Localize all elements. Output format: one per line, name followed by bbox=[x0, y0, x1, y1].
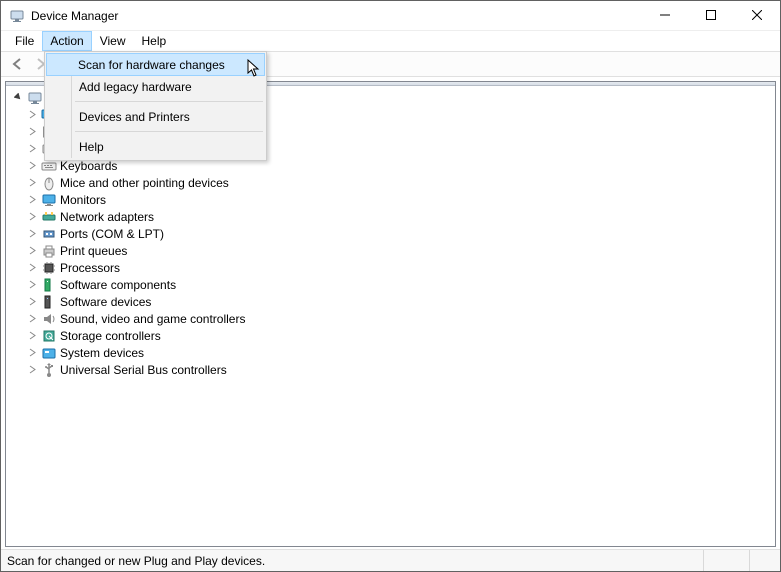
title-bar: Device Manager bbox=[1, 1, 780, 31]
printqueue-icon bbox=[41, 243, 57, 259]
tree-node[interactable]: Ports (COM & LPT) bbox=[26, 225, 775, 242]
menu-item-devices-printers[interactable]: Devices and Printers bbox=[47, 105, 264, 128]
ports-icon bbox=[41, 226, 57, 242]
status-segment bbox=[704, 550, 750, 571]
menu-view[interactable]: View bbox=[92, 31, 134, 51]
expand-icon[interactable] bbox=[26, 347, 38, 359]
menu-item-scan-hardware[interactable]: Scan for hardware changes bbox=[46, 53, 265, 76]
network-icon bbox=[41, 209, 57, 225]
status-text: Scan for changed or new Plug and Play de… bbox=[7, 550, 704, 571]
expand-icon[interactable] bbox=[26, 245, 38, 257]
processor-icon bbox=[41, 260, 57, 276]
monitor-icon bbox=[41, 192, 57, 208]
system-icon bbox=[41, 345, 57, 361]
tree-node-label: Print queues bbox=[60, 244, 127, 258]
tree-node-label: System devices bbox=[60, 346, 144, 360]
tree-node[interactable]: Mice and other pointing devices bbox=[26, 174, 775, 191]
tree-node-label: Monitors bbox=[60, 193, 106, 207]
tree-node-label: Universal Serial Bus controllers bbox=[60, 363, 227, 377]
tree-node[interactable]: Software devices bbox=[26, 293, 775, 310]
expand-icon[interactable] bbox=[26, 313, 38, 325]
expand-icon[interactable] bbox=[26, 296, 38, 308]
menu-separator bbox=[75, 131, 263, 132]
expand-icon[interactable] bbox=[26, 143, 38, 155]
minimize-button[interactable] bbox=[642, 1, 688, 29]
window-title: Device Manager bbox=[31, 9, 642, 23]
menu-bar: File Action View Help bbox=[1, 31, 780, 51]
expand-icon[interactable] bbox=[26, 279, 38, 291]
menu-help[interactable]: Help bbox=[134, 31, 175, 51]
expand-collapse-icon[interactable] bbox=[12, 92, 24, 104]
tree-node[interactable]: Processors bbox=[26, 259, 775, 276]
computer-icon bbox=[27, 90, 43, 106]
action-dropdown-menu: Scan for hardware changes Add legacy har… bbox=[44, 51, 267, 161]
tree-node-label: Software components bbox=[60, 278, 176, 292]
window-buttons bbox=[642, 1, 780, 30]
expand-icon[interactable] bbox=[26, 194, 38, 206]
tree-node[interactable]: Universal Serial Bus controllers bbox=[26, 361, 775, 378]
storage-icon bbox=[41, 328, 57, 344]
expand-icon[interactable] bbox=[26, 177, 38, 189]
maximize-button[interactable] bbox=[688, 1, 734, 29]
status-segment bbox=[750, 550, 780, 571]
back-button[interactable] bbox=[7, 53, 29, 75]
tree-node[interactable]: Print queues bbox=[26, 242, 775, 259]
tree-node[interactable]: Storage controllers bbox=[26, 327, 775, 344]
expand-icon[interactable] bbox=[26, 126, 38, 138]
tree-node-label: Sound, video and game controllers bbox=[60, 312, 245, 326]
menu-action[interactable]: Action bbox=[42, 31, 91, 51]
close-button[interactable] bbox=[734, 1, 780, 29]
tree-node-label: Software devices bbox=[60, 295, 151, 309]
expand-icon[interactable] bbox=[26, 364, 38, 376]
expand-icon[interactable] bbox=[26, 228, 38, 240]
menu-file[interactable]: File bbox=[7, 31, 42, 51]
expand-icon[interactable] bbox=[26, 211, 38, 223]
menu-separator bbox=[75, 101, 263, 102]
expand-icon[interactable] bbox=[26, 160, 38, 172]
tree-node[interactable]: Software components bbox=[26, 276, 775, 293]
tree-node-label: Network adapters bbox=[60, 210, 154, 224]
tree-node-label: Ports (COM & LPT) bbox=[60, 227, 164, 241]
tree-node[interactable]: Network adapters bbox=[26, 208, 775, 225]
tree-node[interactable]: Sound, video and game controllers bbox=[26, 310, 775, 327]
tree-node[interactable]: Monitors bbox=[26, 191, 775, 208]
menu-item-add-legacy[interactable]: Add legacy hardware bbox=[47, 75, 264, 98]
expand-icon[interactable] bbox=[26, 330, 38, 342]
expand-icon[interactable] bbox=[26, 109, 38, 121]
expand-icon[interactable] bbox=[26, 262, 38, 274]
tree-node-label: Processors bbox=[60, 261, 120, 275]
app-icon bbox=[9, 8, 25, 24]
mouse-icon bbox=[41, 175, 57, 191]
usb-icon bbox=[41, 362, 57, 378]
sound-icon bbox=[41, 311, 57, 327]
software-dev-icon bbox=[41, 294, 57, 310]
menu-item-help[interactable]: Help bbox=[47, 135, 264, 158]
status-bar: Scan for changed or new Plug and Play de… bbox=[1, 549, 780, 571]
tree-node-label: Mice and other pointing devices bbox=[60, 176, 229, 190]
tree-node-label: Storage controllers bbox=[60, 329, 161, 343]
software-comp-icon bbox=[41, 277, 57, 293]
tree-node[interactable]: System devices bbox=[26, 344, 775, 361]
